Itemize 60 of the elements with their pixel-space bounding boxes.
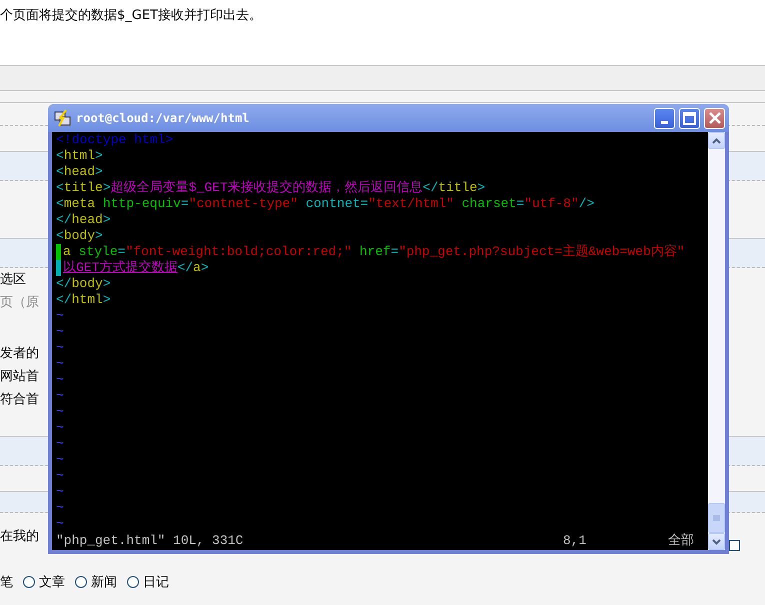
radio-label: 日记 bbox=[143, 574, 169, 591]
form-label: 网站首 bbox=[0, 369, 39, 384]
radio-button[interactable] bbox=[23, 576, 35, 588]
maximize-icon bbox=[683, 112, 696, 124]
form-label: 选区 bbox=[0, 272, 26, 287]
maximize-button[interactable] bbox=[679, 108, 700, 128]
file-info: "php_get.html" 10L, 331C bbox=[56, 533, 244, 548]
form-label: 笔 bbox=[0, 574, 13, 591]
close-icon bbox=[708, 112, 720, 124]
chevron-down-icon bbox=[712, 538, 721, 544]
empty-line-marker: ~ bbox=[56, 340, 64, 355]
empty-line-marker: ~ bbox=[56, 484, 64, 499]
empty-line-marker: ~ bbox=[56, 356, 64, 371]
empty-line-marker: ~ bbox=[56, 452, 64, 467]
minimize-button[interactable] bbox=[654, 108, 675, 128]
scroll-thumb[interactable] bbox=[708, 503, 725, 533]
close-button[interactable] bbox=[704, 108, 725, 128]
checkbox[interactable] bbox=[729, 540, 740, 551]
empty-line-marker: ~ bbox=[56, 308, 64, 323]
empty-line-marker: ~ bbox=[56, 516, 64, 531]
scroll-position: 全部 bbox=[668, 533, 695, 549]
radio-button[interactable] bbox=[127, 576, 139, 588]
cursor-position: 8,1 bbox=[563, 533, 588, 549]
window-title: root@cloud:/var/www/html bbox=[76, 111, 250, 125]
empty-line-marker: ~ bbox=[56, 404, 64, 419]
minimize-icon bbox=[661, 120, 668, 124]
code-line: a style="font-weight:bold;color:red;" href="php_get.php?subject=主题&web=web内容" bbox=[63, 244, 685, 260]
empty-line-marker: ~ bbox=[56, 388, 64, 403]
grip-icon bbox=[713, 514, 720, 522]
code-line: <meta http-equiv="contnet-type" contnet="text/html" charset="utf-8"/> bbox=[56, 196, 594, 212]
code-line: <title>超级全局变量$_GET来接收提交的数据，然后返回信息</title> bbox=[56, 180, 486, 196]
code-line: <!doctype html> bbox=[56, 132, 174, 148]
code-line: </html> bbox=[56, 292, 111, 308]
empty-line-marker: ~ bbox=[56, 324, 64, 339]
scrollbar[interactable] bbox=[708, 132, 725, 550]
radio-label: 新闻 bbox=[91, 574, 117, 591]
form-label: 符合首 bbox=[0, 392, 39, 407]
form-label: 发者的 bbox=[0, 346, 39, 361]
empty-line-marker: ~ bbox=[56, 468, 64, 483]
wrap-marker bbox=[56, 260, 61, 276]
terminal-icon bbox=[54, 109, 72, 127]
chevron-up-icon bbox=[712, 138, 721, 144]
empty-line-marker: ~ bbox=[56, 436, 64, 451]
code-line: <html> bbox=[56, 148, 103, 164]
code-line: </head> bbox=[56, 212, 111, 228]
code-line: <head> bbox=[56, 164, 103, 180]
intro-text: 个页面将提交的数据$_GET接收并打印出去。 bbox=[0, 8, 262, 23]
scroll-up-button[interactable] bbox=[708, 132, 725, 149]
form-label: 在我的 bbox=[0, 529, 39, 544]
scroll-down-button[interactable] bbox=[708, 533, 725, 550]
empty-line-marker: ~ bbox=[56, 500, 64, 515]
empty-line-marker: ~ bbox=[56, 420, 64, 435]
code-line: <body> bbox=[56, 228, 103, 244]
form-label: 页（原 bbox=[0, 295, 39, 310]
code-line: 以GET方式提交数据</a> bbox=[63, 260, 209, 276]
empty-line-marker: ~ bbox=[56, 372, 64, 387]
radio-label: 文章 bbox=[39, 574, 65, 591]
radio-button[interactable] bbox=[75, 576, 87, 588]
text-cursor bbox=[56, 244, 61, 260]
code-line: </body> bbox=[56, 276, 111, 292]
